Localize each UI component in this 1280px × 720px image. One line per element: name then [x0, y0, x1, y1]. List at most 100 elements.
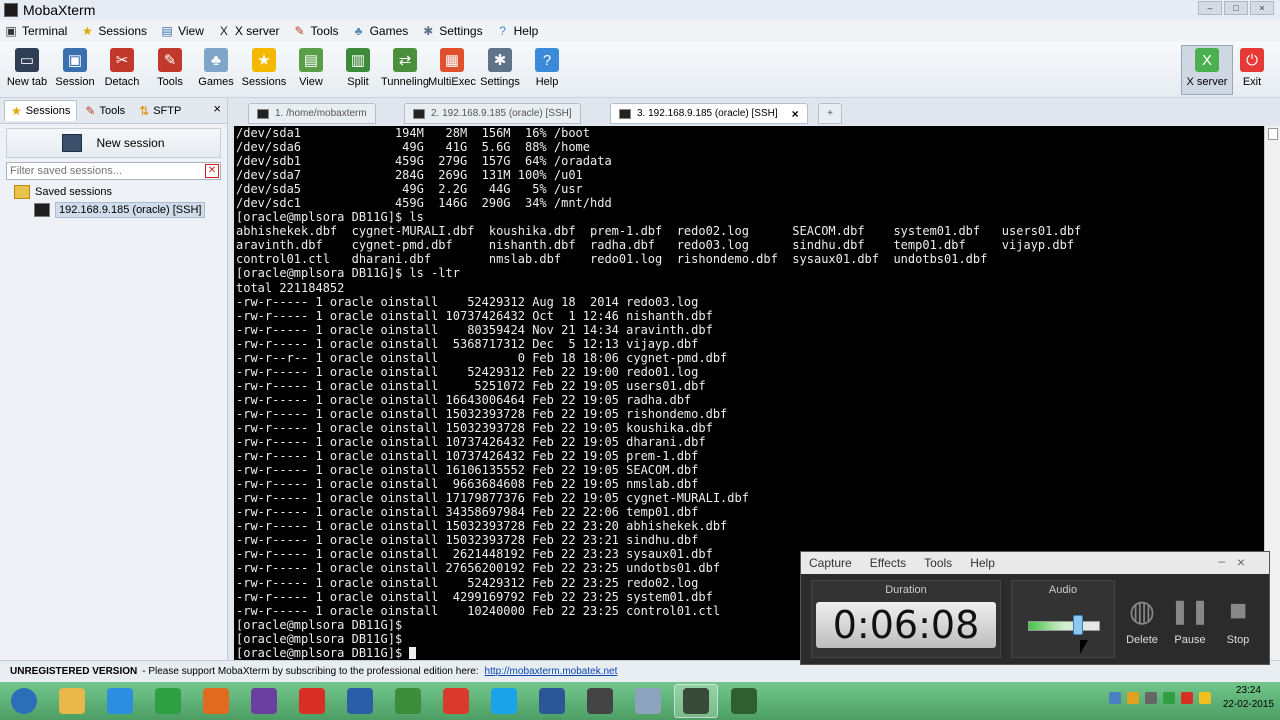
filter-sessions-input[interactable] [7, 163, 204, 179]
audio-level-slider[interactable] [1028, 621, 1100, 631]
menu-terminal[interactable]: ▣ Terminal [4, 24, 67, 38]
detach-button[interactable]: ✂ Detach [96, 46, 148, 88]
scrollbar-thumb[interactable] [1268, 128, 1278, 140]
terminal-cursor [409, 647, 417, 660]
terminal-tab-icon [619, 108, 631, 119]
tray-app-icon[interactable] [1126, 692, 1139, 704]
tools-icon: ✎ [294, 24, 305, 38]
toolbar-label: New tab [6, 76, 48, 88]
games-icon: ♣ [204, 48, 228, 72]
menu-tools[interactable]: ✎ Tools [293, 24, 339, 38]
menu-settings[interactable]: ✱ Settings [421, 24, 482, 38]
tray-app2-icon[interactable] [1198, 692, 1211, 704]
menu-view[interactable]: ▤ View [160, 24, 204, 38]
title-bar: MobaXterm – □ × [0, 0, 1280, 20]
recorder-menu-capture[interactable]: Capture [809, 556, 852, 570]
session-button[interactable]: ▣ Session [49, 46, 101, 88]
windows-taskbar: 23:24 22-02-2015 [0, 682, 1280, 720]
saved-sessions-folder[interactable]: Saved sessions [0, 183, 227, 201]
help-button[interactable]: ? Help [521, 46, 573, 88]
sidebar-tabs: ★ Sessions ✎ Tools ⇅ SFTP [0, 98, 227, 124]
remote-desktop-icon [347, 688, 373, 714]
games-button[interactable]: ♣ Games [190, 46, 242, 88]
settings-icon: ✱ [488, 48, 512, 72]
delete-recording-button[interactable]: ◍ Delete [1117, 594, 1167, 647]
recorder-menu-tools[interactable]: Tools [924, 556, 952, 570]
saved-session-label: 192.168.9.185 (oracle) [SSH] [55, 202, 206, 218]
duration-display: 0:06:08 [816, 602, 996, 648]
taskbar-firefox[interactable] [194, 684, 238, 718]
terminal-line: [oracle@mplsora DB11G]$ ls [236, 210, 424, 225]
mobaxterm-icon [4, 3, 18, 17]
recorder-menu-help[interactable]: Help [970, 556, 995, 570]
taskbar-recorder[interactable] [722, 684, 766, 718]
menu-help[interactable]: ? Help [496, 24, 538, 38]
mobatek-link[interactable]: http://mobaxterm.mobatek.net [485, 666, 618, 677]
taskbar-store[interactable] [146, 684, 190, 718]
recorder-button-label: Pause [1174, 634, 1206, 646]
new-tab-button[interactable]: ▭ New tab [1, 46, 53, 88]
tab-home-mobaxterm[interactable]: 1. /home/mobaxterm [248, 103, 376, 124]
settings-button[interactable]: ✱ Settings [474, 46, 526, 88]
multiexec-button[interactable]: ▦ MultiExec [426, 46, 478, 88]
close-window-button[interactable]: × [1250, 1, 1274, 15]
taskbar-internet-explorer[interactable] [98, 684, 142, 718]
pause-recording-button[interactable]: ❚❚ Pause [1165, 594, 1215, 647]
view-button[interactable]: ▤ View [285, 46, 337, 88]
maximize-button[interactable]: □ [1224, 1, 1248, 15]
recorder-menu-effects[interactable]: Effects [870, 556, 906, 570]
taskbar-screen[interactable] [578, 684, 622, 718]
tab-sftp[interactable]: ⇅ SFTP [133, 101, 187, 121]
terminal-line: -rw-r----- 1 oracle oinstall 52429312 Fe… [236, 364, 699, 379]
sessions-button[interactable]: ★ Sessions [238, 46, 290, 88]
clock[interactable]: 23:24 22-02-2015 [1223, 684, 1274, 712]
taskbar-database[interactable] [626, 684, 670, 718]
stop-recording-button[interactable]: ■ Stop [1213, 594, 1263, 646]
taskbar-file-explorer[interactable] [50, 684, 94, 718]
menu-sessions[interactable]: ★ Sessions [80, 24, 147, 38]
tab-ssh-3[interactable]: 3. 192.168.9.185 (oracle) [SSH] × [610, 103, 808, 124]
recorder-button-label: Stop [1226, 634, 1250, 646]
tools-button[interactable]: ✎ Tools [144, 46, 196, 88]
new-tab-button[interactable]: + [818, 103, 842, 124]
split-button[interactable]: ▥ Split [332, 46, 384, 88]
window-title: MobaXterm [23, 2, 96, 18]
taskbar-project[interactable] [386, 684, 430, 718]
session-icon: ▣ [63, 48, 87, 72]
tunneling-button[interactable]: ⇄ Tunneling [379, 46, 431, 88]
recorder-minimize-button[interactable]: – [1218, 554, 1225, 568]
notification-icon[interactable] [1180, 692, 1193, 704]
recorder-close-button[interactable]: × [1237, 554, 1245, 570]
new-session-button[interactable]: New session [6, 128, 221, 158]
taskbar-acrobat[interactable] [434, 684, 478, 718]
tab-ssh-2[interactable]: 2. 192.168.9.185 (oracle) [SSH] [404, 103, 581, 124]
word-tray-icon[interactable] [1108, 692, 1121, 704]
taskbar-start-orb[interactable] [2, 684, 46, 718]
tab-label: SFTP [153, 104, 182, 117]
screen-recorder-window: Capture Effects Tools Help – × Duration 0:06:… [800, 551, 1270, 665]
taskbar-skype[interactable] [482, 684, 526, 718]
menu-label: View [178, 24, 204, 38]
exit-button[interactable]: ⏻ Exit [1226, 46, 1278, 88]
system-tray: 23:24 22-02-2015 [1108, 684, 1274, 712]
volume-icon[interactable] [1144, 692, 1157, 704]
close-tab-icon[interactable]: × [792, 107, 799, 121]
terminal-line: [oracle@mplsora DB11G]$ ls -ltr [236, 266, 460, 281]
saved-session-item[interactable]: 192.168.9.185 (oracle) [SSH] [0, 201, 227, 219]
taskbar-remote-desktop[interactable] [338, 684, 382, 718]
menu-label: Tools [310, 24, 339, 38]
network-icon[interactable] [1162, 692, 1175, 704]
clear-filter-icon[interactable]: ✕ [205, 164, 219, 178]
close-sidebar-button[interactable]: × [213, 101, 221, 116]
tab-sessions[interactable]: ★ Sessions [4, 100, 78, 121]
tab-tools[interactable]: ✎ Tools [79, 101, 131, 121]
menu-games[interactable]: ♣ Games [352, 24, 409, 38]
minimize-button[interactable]: – [1198, 1, 1222, 15]
taskbar-visual-studio[interactable] [242, 684, 286, 718]
audio-slider-knob[interactable] [1073, 615, 1084, 635]
taskbar-mobaxterm[interactable] [674, 684, 718, 718]
taskbar-chrome[interactable] [290, 684, 334, 718]
toolbar-label: Games [198, 76, 234, 88]
taskbar-word[interactable] [530, 684, 574, 718]
menu-x-server[interactable]: X X server [217, 24, 280, 38]
